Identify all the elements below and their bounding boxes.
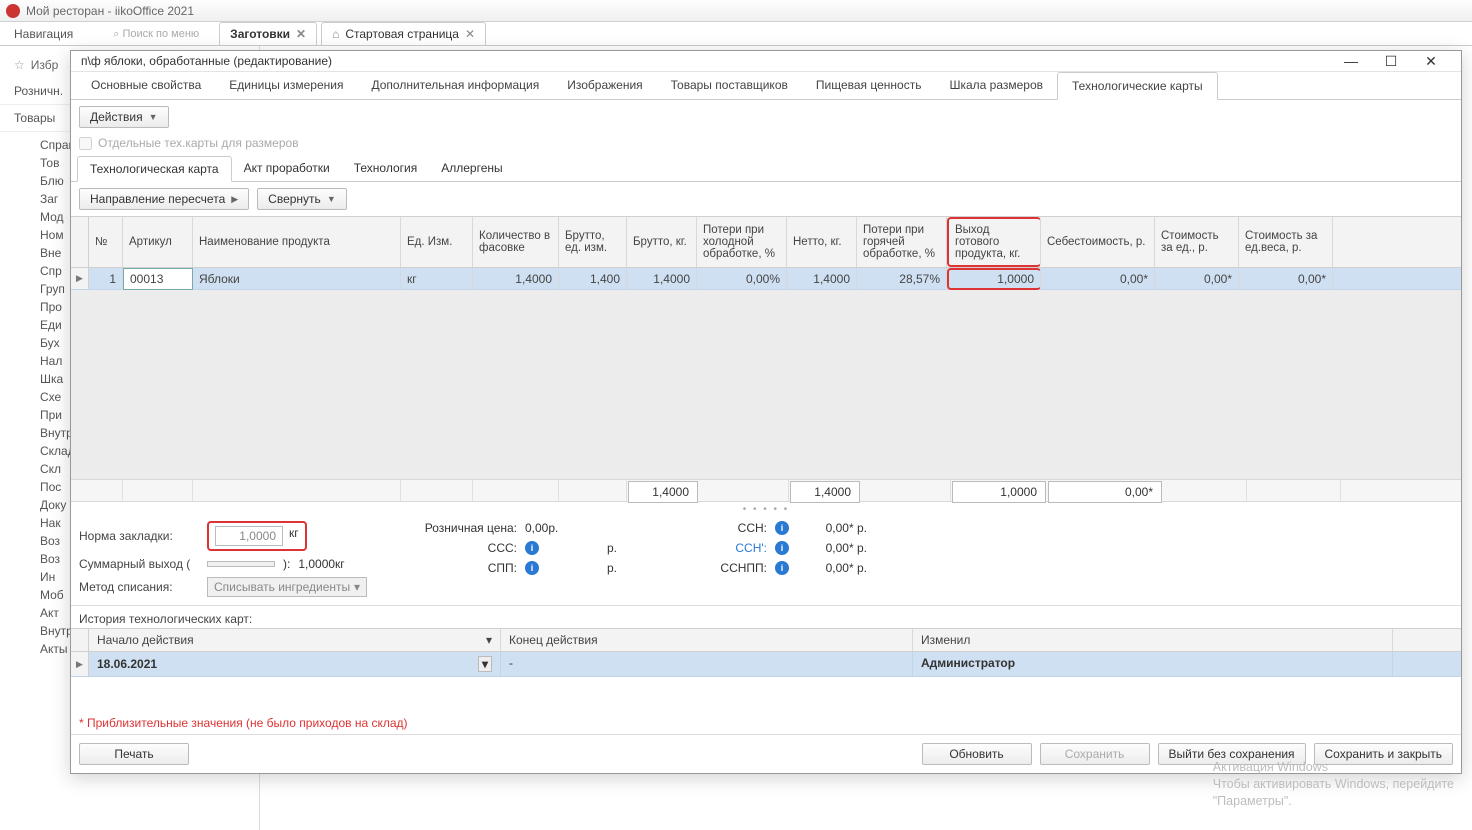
ingredients-grid: № Артикул Наименование продукта Ед. Изм.… [71,216,1461,502]
col-end[interactable]: Конец действия [501,629,913,651]
tab-main-props[interactable]: Основные свойства [77,72,215,99]
subtab-allergens[interactable]: Аллергены [429,156,514,181]
edit-dialog: п\ф яблоки, обработанные (редактирование… [70,50,1462,774]
close-icon[interactable]: ✕ [296,27,306,41]
subtab-tech-card[interactable]: Технологическая карта [77,156,232,182]
grid-header: № Артикул Наименование продукта Ед. Изм.… [71,216,1461,268]
maximize-icon[interactable]: ☐ [1371,53,1411,70]
col-unit[interactable]: Ед. Изм. [401,217,473,267]
col-weight-price[interactable]: Стоимость за ед.веса, р. [1239,217,1333,267]
col-qty[interactable]: Количество в фасовке [473,217,559,267]
collapse-dropdown[interactable]: Свернуть ▼ [257,188,347,210]
form-area: Норма закладки: 1,0000 кг Суммарный выхо… [71,517,1461,606]
sum-output-label: Суммарный выход ( [79,557,199,571]
print-button[interactable]: Печать [79,743,189,765]
row-handle-icon[interactable]: ▶ [71,268,89,289]
chevron-down-icon: ▾ [354,580,360,594]
history-row[interactable]: ▶ 18.06.2021▾ - Администратор [71,652,1461,677]
subtabs: Технологическая карта Акт проработки Тех… [71,156,1461,182]
info-icon[interactable]: i [525,541,539,555]
menu-search[interactable]: ⌕ Поиск по меню [113,28,199,45]
dialog-tabs: Основные свойства Единицы измерения Допо… [71,72,1461,100]
close-icon[interactable]: ✕ [1411,53,1451,70]
save-button[interactable]: Сохранить [1040,743,1150,765]
grid-row[interactable]: ▶ 1 00013 Яблоки кг 1,4000 1,400 1,4000 … [71,268,1461,290]
app-icon [6,4,20,18]
col-article[interactable]: Артикул [123,217,193,267]
chevron-right-icon: ▶ [231,194,238,205]
tab-extra-info[interactable]: Дополнительная информация [357,72,553,99]
col-brutto-kg[interactable]: Брутто, кг. [627,217,697,267]
dialog-title: п\ф яблоки, обработанные (редактирование… [81,54,1331,68]
chevron-down-icon[interactable]: ▾ [478,656,492,672]
col-output[interactable]: Выход готового продукта, кг. [947,217,1041,267]
tab-nutrition[interactable]: Пищевая ценность [802,72,936,99]
col-cost[interactable]: Себестоимость, р. [1041,217,1155,267]
window-title-bar: Мой ресторан - iikoOffice 2021 [0,0,1472,22]
app-tabs: Навигация ⌕ Поиск по меню Заготовки ✕ ⌂ … [0,22,1472,46]
history-label: История технологических карт: [71,606,1461,628]
col-unit-price[interactable]: Стоимость за ед., р. [1155,217,1239,267]
info-icon[interactable]: i [525,561,539,575]
chevron-down-icon[interactable]: ▾ [486,633,492,647]
subtab-technology[interactable]: Технология [342,156,430,181]
chevron-down-icon: ▼ [149,112,158,122]
grid-sum-row: 1,4000 1,4000 1,0000 0,00* [71,480,1461,502]
dialog-title-bar: п\ф яблоки, обработанные (редактирование… [71,51,1461,72]
info-icon[interactable]: i [775,541,789,555]
col-netto[interactable]: Нетто, кг. [787,217,857,267]
star-icon: ☆ [14,58,25,72]
writeoff-method-select[interactable]: Списывать ингредиенты ▾ [207,577,367,597]
sum-output-input [207,561,275,567]
refresh-button[interactable]: Обновить [922,743,1032,765]
separate-cards-checkbox[interactable]: Отдельные тех.карты для размеров [71,134,1461,156]
tab-tech-cards[interactable]: Технологические карты [1057,72,1218,100]
home-icon: ⌂ [332,27,339,41]
actions-dropdown[interactable]: Действия ▼ [79,106,169,128]
dialog-footer: Печать Обновить Сохранить Выйти без сохр… [71,734,1461,773]
chevron-down-icon: ▼ [327,194,336,204]
recalc-direction-dropdown[interactable]: Направление пересчета ▶ [79,188,249,210]
nav-label: Навигация [14,27,73,45]
col-brutto-unit[interactable]: Брутто, ед. изм. [559,217,627,267]
col-cold-loss[interactable]: Потери при холодной обработке, % [697,217,787,267]
history-empty [71,677,1461,712]
approx-warning: * Приблизительные значения (не было прих… [71,712,1461,734]
window-title: Мой ресторан - iikoOffice 2021 [26,4,194,18]
col-name[interactable]: Наименование продукта [193,217,401,267]
history-header: Начало действия▾ Конец действия Изменил [71,628,1461,652]
subtab-act[interactable]: Акт проработки [232,156,342,181]
info-icon[interactable]: i [775,521,789,535]
col-hot-loss[interactable]: Потери при горячей обработке, % [857,217,947,267]
col-who[interactable]: Изменил [913,629,1393,651]
tab-start-page[interactable]: ⌂ Стартовая страница ✕ [321,22,486,45]
close-icon[interactable]: ✕ [465,27,475,41]
save-close-button[interactable]: Сохранить и закрыть [1314,743,1453,765]
tab-images[interactable]: Изображения [553,72,656,99]
col-no[interactable]: № [89,217,123,267]
tab-supplier-goods[interactable]: Товары поставщиков [657,72,802,99]
splitter[interactable]: • • • • • [71,502,1461,517]
exit-no-save-button[interactable]: Выйти без сохранения [1158,743,1306,765]
info-icon[interactable]: i [775,561,789,575]
grid-empty-area[interactable] [71,290,1461,480]
tab-zagotovki[interactable]: Заготовки ✕ [219,22,317,45]
writeoff-method-label: Метод списания: [79,580,199,594]
norm-label: Норма закладки: [79,529,199,543]
col-start[interactable]: Начало действия▾ [89,629,501,651]
minimize-icon[interactable]: — [1331,53,1371,69]
tab-units[interactable]: Единицы измерения [215,72,357,99]
tab-size-scale[interactable]: Шкала размеров [935,72,1057,99]
norm-input[interactable]: 1,0000 [215,526,283,546]
